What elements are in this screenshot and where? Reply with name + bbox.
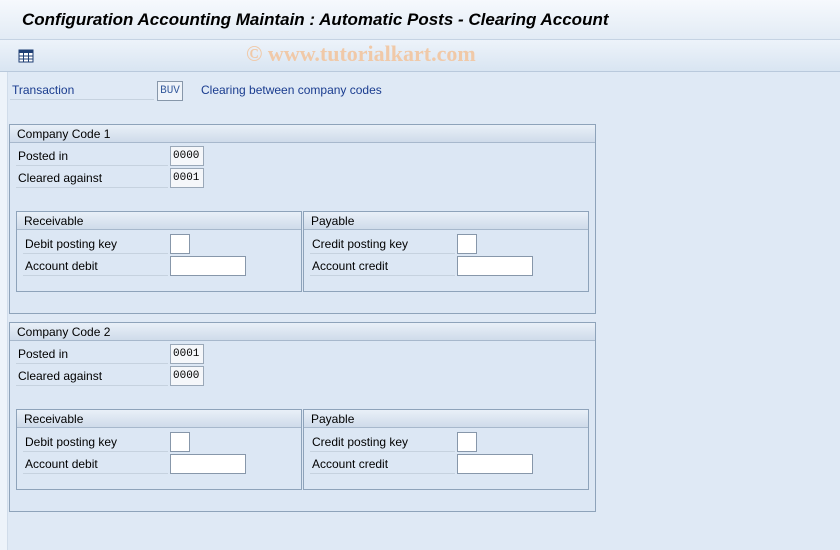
cc2-cleared-against-field[interactable]: 0000 [170, 366, 204, 386]
cc1-receivable-header: Receivable [17, 212, 301, 230]
cc1-account-credit-underline [310, 275, 455, 276]
cc1-debit-posting-key-label: Debit posting key [25, 237, 118, 251]
cc1-account-credit-label: Account credit [312, 259, 389, 273]
cc1-account-credit-field[interactable] [457, 256, 533, 276]
cc1-posted-in-field[interactable]: 0000 [170, 146, 204, 166]
left-margin [0, 72, 8, 550]
cc1-account-debit-label: Account debit [25, 259, 98, 273]
cc2-account-credit-label: Account credit [312, 457, 389, 471]
cc2-posted-in-label: Posted in [18, 347, 69, 361]
cc1-cleared-against-underline [16, 187, 168, 188]
cc1-debit-posting-key-underline [23, 253, 168, 254]
cc1-receivable-group: Receivable [16, 211, 302, 292]
cc2-credit-posting-key-field[interactable] [457, 432, 477, 452]
cc1-credit-posting-key-label: Credit posting key [312, 237, 409, 251]
transaction-label: Transaction [12, 83, 75, 97]
cc1-posted-in-label: Posted in [18, 149, 69, 163]
cc1-payable-group: Payable [303, 211, 589, 292]
cc2-debit-posting-key-label: Debit posting key [25, 435, 118, 449]
title-bar: Configuration Accounting Maintain : Auto… [0, 0, 840, 40]
transaction-label-underline [10, 99, 154, 100]
cc1-credit-posting-key-underline [310, 253, 455, 254]
window-title: Configuration Accounting Maintain : Auto… [22, 10, 609, 29]
application-toolbar: © www.tutorialkart.com [0, 40, 840, 72]
cc2-receivable-group: Receivable [16, 409, 302, 490]
cc1-receivable-title: Receivable [24, 214, 84, 228]
cc2-account-debit-underline [23, 473, 168, 474]
cc1-cleared-against-label: Cleared against [18, 171, 103, 185]
cc2-debit-posting-key-field[interactable] [170, 432, 190, 452]
cc2-account-credit-field[interactable] [457, 454, 533, 474]
cc1-payable-title: Payable [311, 214, 355, 228]
watermark: © www.tutorialkart.com [246, 41, 476, 66]
cc2-credit-posting-key-label: Credit posting key [312, 435, 409, 449]
company-code-1-title: Company Code 1 [17, 127, 111, 141]
cc1-cleared-against-field[interactable]: 0001 [170, 168, 204, 188]
cc2-cleared-against-underline [16, 385, 168, 386]
cc2-cleared-against-label: Cleared against [18, 369, 103, 383]
cc2-debit-posting-key-underline [23, 451, 168, 452]
transaction-description: Clearing between company codes [201, 83, 382, 97]
cc1-account-debit-underline [23, 275, 168, 276]
cc2-account-debit-field[interactable] [170, 454, 246, 474]
cc2-posted-in-field[interactable]: 0001 [170, 344, 204, 364]
table-settings-icon[interactable] [18, 48, 34, 64]
cc2-account-credit-underline [310, 473, 455, 474]
cc1-posted-in-underline [16, 165, 168, 166]
cc2-receivable-header: Receivable [17, 410, 301, 428]
company-code-1-header: Company Code 1 [10, 125, 595, 143]
cc2-payable-header: Payable [304, 410, 588, 428]
cc2-receivable-title: Receivable [24, 412, 84, 426]
cc1-account-debit-field[interactable] [170, 256, 246, 276]
company-code-2-title: Company Code 2 [17, 325, 111, 339]
cc2-account-debit-label: Account debit [25, 457, 98, 471]
cc2-credit-posting-key-underline [310, 451, 455, 452]
cc1-payable-header: Payable [304, 212, 588, 230]
cc2-payable-group: Payable [303, 409, 589, 490]
cc1-debit-posting-key-field[interactable] [170, 234, 190, 254]
transaction-field[interactable]: BUV [157, 81, 183, 101]
cc2-posted-in-underline [16, 363, 168, 364]
cc2-payable-title: Payable [311, 412, 355, 426]
company-code-2-header: Company Code 2 [10, 323, 595, 341]
cc1-credit-posting-key-field[interactable] [457, 234, 477, 254]
